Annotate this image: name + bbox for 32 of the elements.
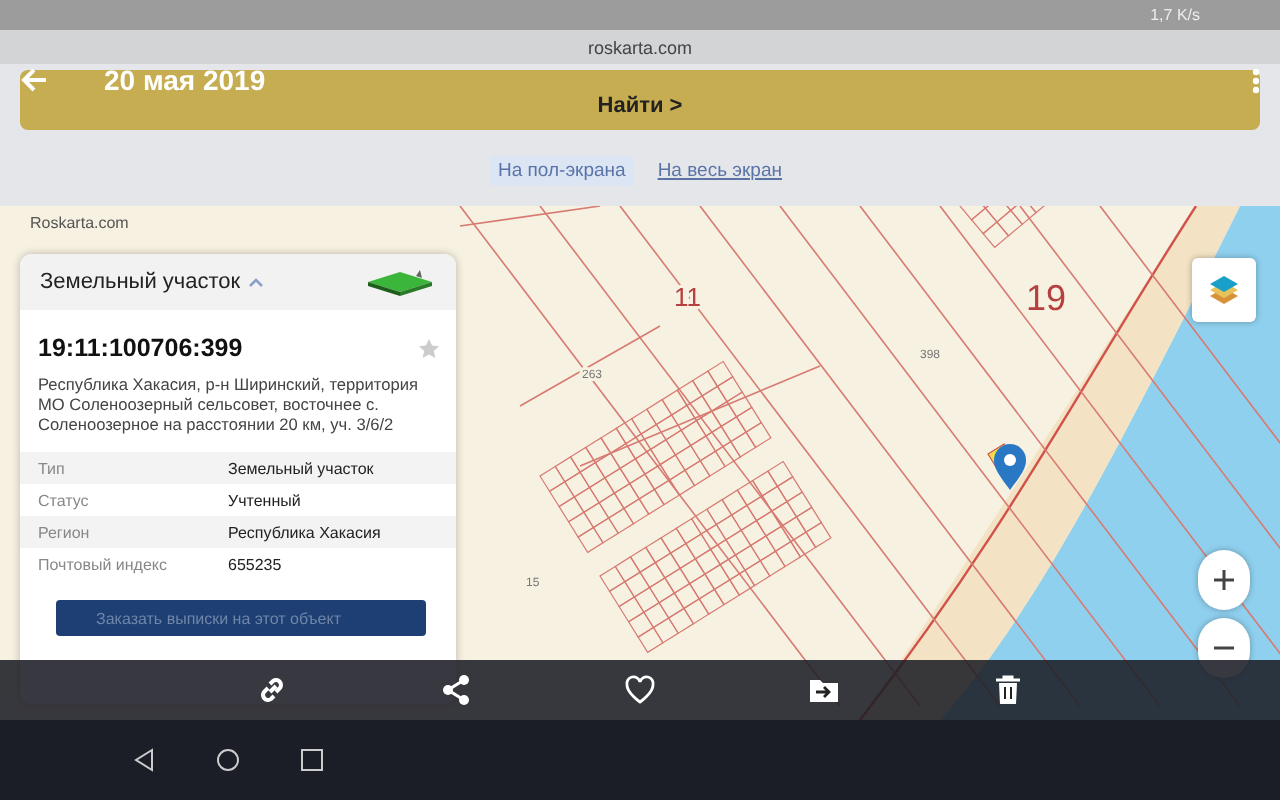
property-label: Регион	[38, 523, 92, 541]
plus-icon	[1212, 568, 1236, 592]
property-value: 655235	[228, 555, 284, 573]
cadastral-number: 19:11:100706:399	[38, 334, 243, 362]
star-icon[interactable]	[418, 337, 440, 359]
land-plot-icon	[364, 268, 436, 296]
layers-icon	[1206, 272, 1242, 308]
property-label: Статус	[38, 491, 91, 509]
share-icon[interactable]	[440, 674, 472, 706]
map-attribution: Roskarta.com	[30, 214, 129, 232]
property-label: Тип	[38, 459, 67, 477]
address-text: Республика Хакасия, р-н Ширинский, территория МО Соленоозерный сельсовет, восточнее с. Соленоозерное на расстоянии 20 км, уч. 3/6/2	[38, 374, 420, 434]
delete-icon[interactable]	[992, 674, 1024, 706]
card-title[interactable]: Земельный участок	[40, 270, 241, 294]
home-icon[interactable]	[216, 748, 240, 772]
view-mode-link[interactable]: На пол-экрана	[490, 156, 634, 186]
link-icon[interactable]	[256, 674, 288, 706]
move-to-folder-icon[interactable]	[808, 674, 840, 706]
back-icon[interactable]	[132, 748, 156, 772]
layers-button[interactable]	[1192, 258, 1256, 322]
heart-icon[interactable]	[624, 674, 656, 706]
property-value: Республика Хакасия	[228, 523, 383, 541]
property-value: Земельный участок	[228, 459, 376, 477]
url-text[interactable]: roskarta.com	[587, 37, 692, 57]
property-value: Учтенный	[228, 491, 303, 509]
property-label: Почтовый индекс	[38, 555, 169, 573]
date-title: 20 мая 2019	[104, 64, 268, 96]
network-speed: 1,7 K/s	[1150, 6, 1200, 24]
view-mode-link[interactable]: На весь экран	[649, 156, 790, 186]
recents-icon[interactable]	[300, 748, 324, 772]
location-pin-icon[interactable]	[994, 444, 1026, 490]
block-number: 19	[1026, 278, 1067, 318]
